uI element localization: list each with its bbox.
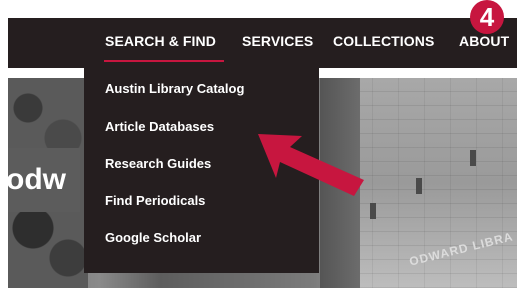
dropdown-item-find-periodicals[interactable]: Find Periodicals xyxy=(105,193,205,208)
site-title-banner: odw xyxy=(8,148,80,212)
main-navigation: SEARCH & FIND SERVICES COLLECTIONS ABOUT xyxy=(8,18,517,68)
wall-lamp xyxy=(370,203,376,219)
banner-text: odw xyxy=(8,163,66,196)
step-number-badge: 4 xyxy=(470,0,504,34)
step-number: 4 xyxy=(479,2,495,32)
wall-lamp xyxy=(470,150,476,166)
dropdown-item-austin-library-catalog[interactable]: Austin Library Catalog xyxy=(105,81,244,96)
nav-search-find[interactable]: SEARCH & FIND xyxy=(105,33,216,49)
nav-about[interactable]: ABOUT xyxy=(459,33,509,49)
wall-lamp xyxy=(416,178,422,194)
nav-collections[interactable]: COLLECTIONS xyxy=(333,33,434,49)
active-nav-underline xyxy=(104,60,224,62)
dropdown-item-google-scholar[interactable]: Google Scholar xyxy=(105,230,201,245)
nav-services[interactable]: SERVICES xyxy=(242,33,313,49)
dropdown-item-article-databases[interactable]: Article Databases xyxy=(105,119,214,134)
screenshot: ODWARD LIBRA odw SEARCH & FIND SERVICES … xyxy=(0,0,517,288)
dropdown-item-research-guides[interactable]: Research Guides xyxy=(105,156,211,171)
pointer-arrow-icon xyxy=(258,134,364,196)
